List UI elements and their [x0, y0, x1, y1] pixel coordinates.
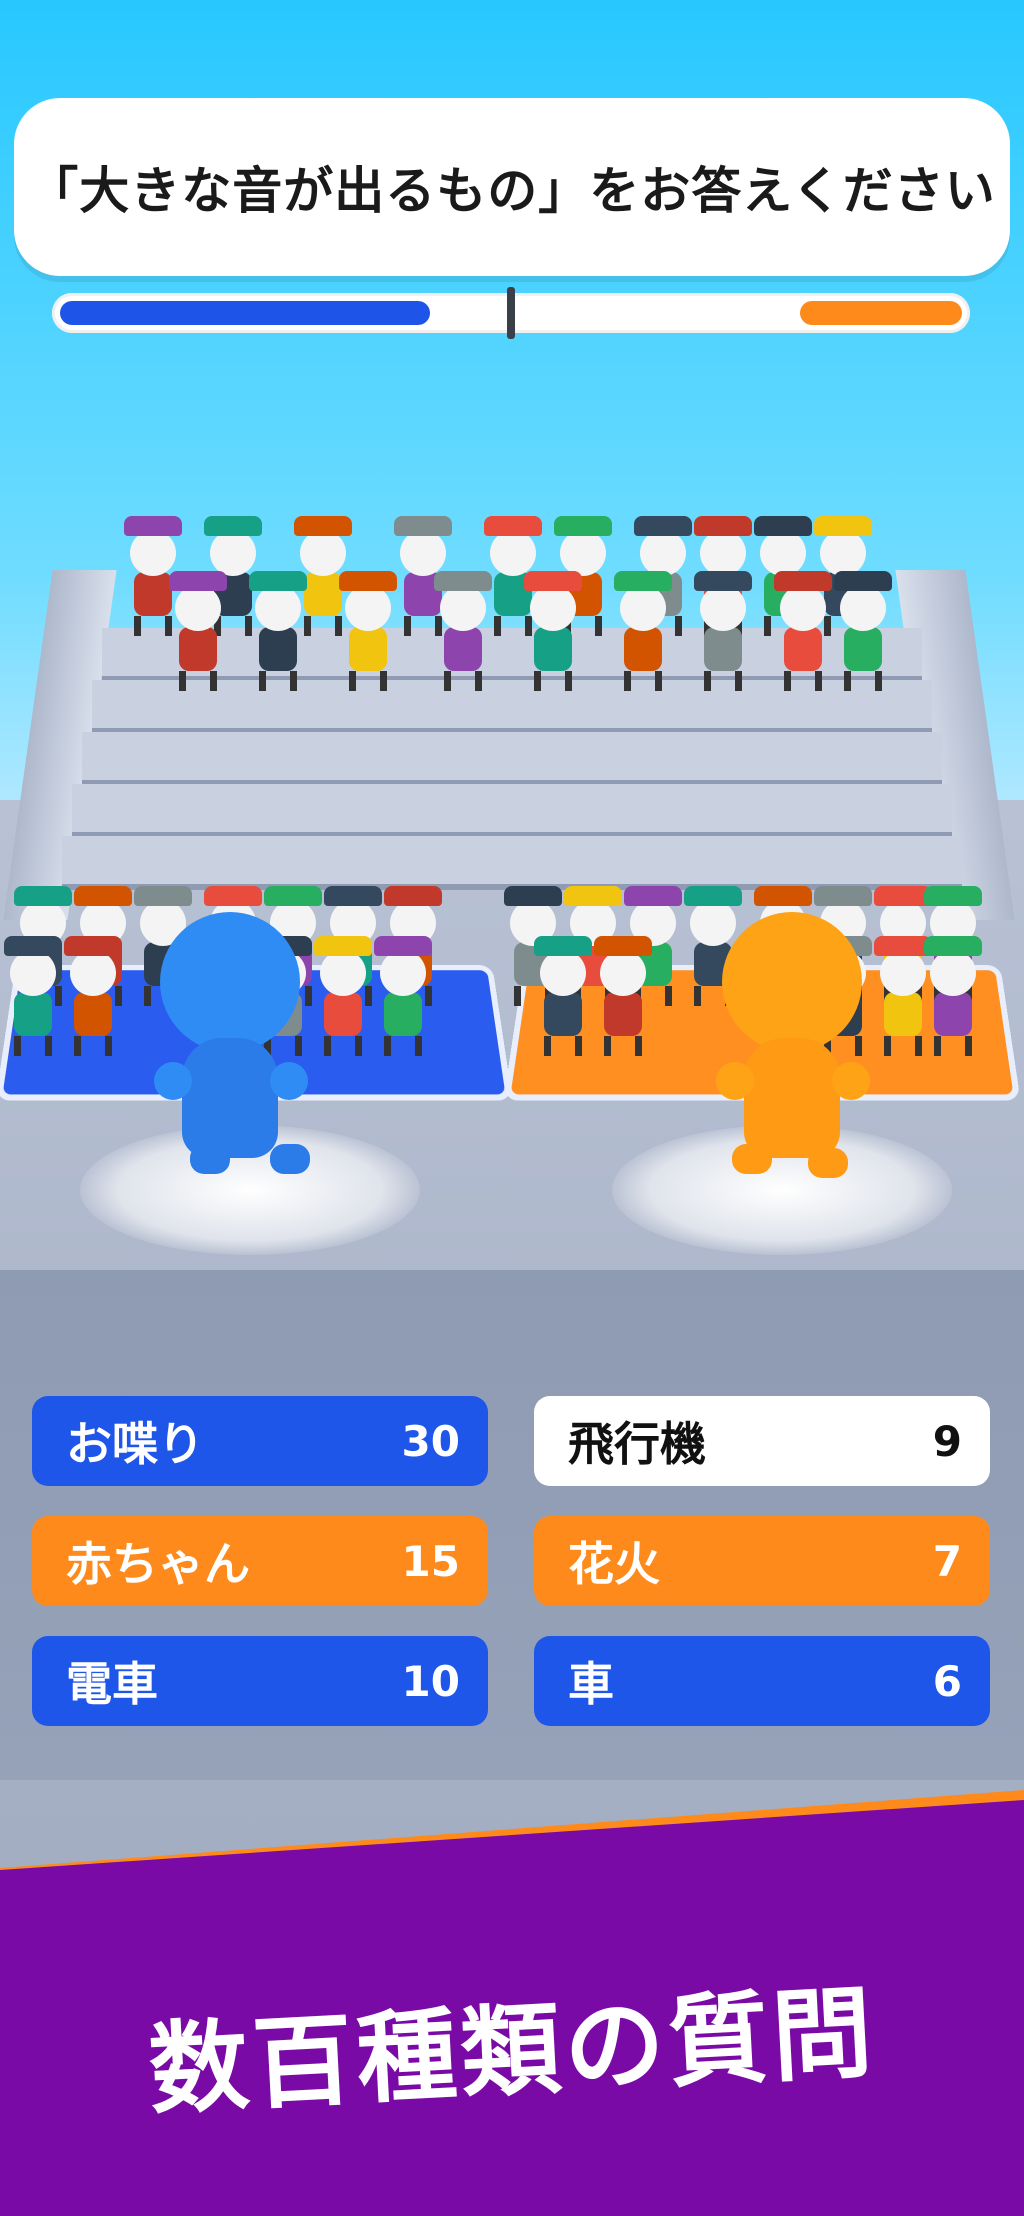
- answer-card-6[interactable]: 車 6: [534, 1636, 990, 1726]
- answer-count: 9: [932, 1416, 962, 1466]
- answer-label: 電車: [66, 1657, 158, 1711]
- crowd-character: [434, 571, 492, 691]
- stair-step: [62, 836, 962, 890]
- progress-center-marker: [507, 287, 515, 339]
- crowd-character: [249, 571, 307, 691]
- answer-card-1[interactable]: お喋り 30: [32, 1396, 488, 1486]
- crowd-character: [339, 571, 397, 691]
- answer-card-5[interactable]: 電車 10: [32, 1636, 488, 1726]
- crowd-character: [694, 571, 752, 691]
- answer-label: 車: [568, 1657, 614, 1711]
- stair-step: [82, 732, 942, 786]
- team-crowd-character: [874, 936, 932, 1056]
- answer-count: 6: [932, 1656, 962, 1706]
- crowd-character: [774, 571, 832, 691]
- answer-label: お喋り: [66, 1417, 204, 1471]
- answer-count: 7: [932, 1536, 962, 1586]
- crowd-character: [834, 571, 892, 691]
- answer-card-3[interactable]: 赤ちゃん 15: [32, 1516, 488, 1606]
- crowd-character: [524, 571, 582, 691]
- answer-count: 10: [401, 1656, 460, 1706]
- team-crowd-character: [924, 936, 982, 1056]
- answer-count: 30: [401, 1416, 460, 1466]
- answer-count: 15: [401, 1536, 460, 1586]
- stair-step: [72, 784, 952, 838]
- crowd-character: [169, 571, 227, 691]
- team-crowd-character: [534, 936, 592, 1056]
- team-crowd-character: [4, 936, 62, 1056]
- blue-team-progress: [60, 301, 430, 325]
- team-crowd-character: [374, 936, 432, 1056]
- question-text: 「大きな音が出るもの」をお答えください: [28, 162, 996, 220]
- team-crowd-character: [594, 936, 652, 1056]
- orange-player-avatar: [716, 912, 870, 1178]
- orange-team-progress: [800, 301, 962, 325]
- answer-label: 赤ちゃん: [66, 1537, 250, 1591]
- question-banner: 「大きな音が出るもの」をお答えください: [14, 98, 1010, 276]
- crowd-character: [614, 571, 672, 691]
- team-crowd-character: [314, 936, 372, 1056]
- blue-player-avatar: [154, 912, 310, 1174]
- score-progress-bar: [52, 287, 970, 339]
- answer-card-4[interactable]: 花火 7: [534, 1516, 990, 1606]
- team-crowd-character: [64, 936, 122, 1056]
- answer-card-2[interactable]: 飛行機 9: [534, 1396, 990, 1486]
- answer-label: 花火: [568, 1537, 660, 1591]
- answer-label: 飛行機: [568, 1417, 706, 1471]
